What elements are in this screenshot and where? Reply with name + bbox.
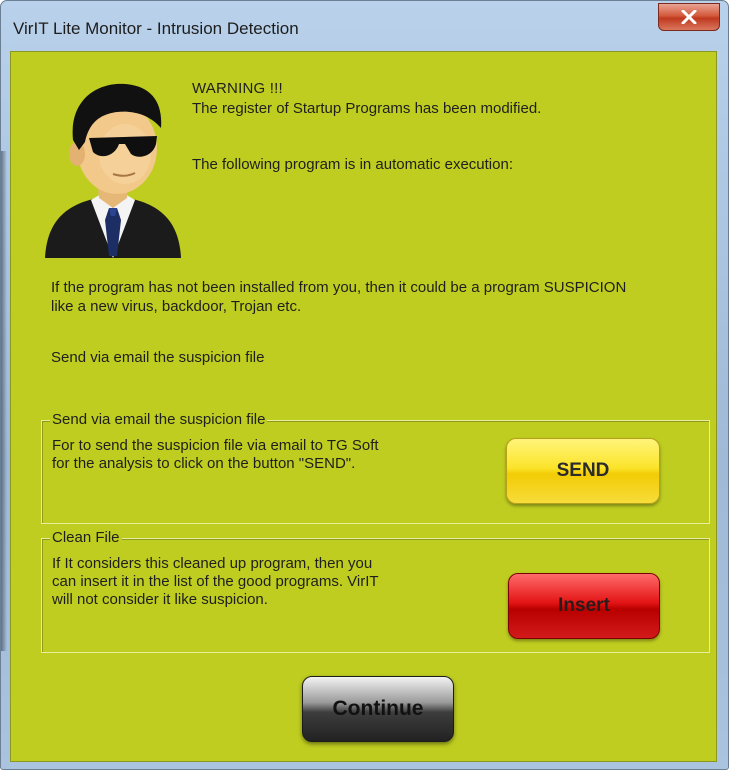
clean-text-line-1: If It considers this cleaned up program,… — [52, 555, 373, 572]
send-text-line-1: For to send the suspicion file via email… — [52, 437, 379, 454]
window-edge-shadow — [1, 151, 7, 651]
dialog-window: VirIT Lite Monitor - Intrusion Detection — [0, 0, 729, 770]
close-icon — [681, 10, 697, 24]
send-email-hint: Send via email the suspicion file — [51, 349, 265, 366]
send-button[interactable]: SEND — [506, 438, 660, 504]
warning-line-execution: The following program is in automatic ex… — [192, 156, 513, 173]
insert-button[interactable]: Insert — [508, 573, 660, 639]
clean-file-legend: Clean File — [50, 529, 122, 546]
agent-avatar-icon — [45, 83, 181, 258]
send-group: Send via email the suspicion file For to… — [41, 411, 710, 524]
warning-line-registry: The register of Startup Programs has bee… — [192, 100, 542, 117]
close-button[interactable] — [658, 3, 720, 31]
clean-text-line-3: will not consider it like suspicion. — [52, 591, 268, 608]
window-title: VirIT Lite Monitor - Intrusion Detection — [13, 19, 299, 38]
clean-file-group: Clean File If It considers this cleaned … — [41, 529, 710, 653]
title-bar[interactable]: VirIT Lite Monitor - Intrusion Detection — [1, 1, 728, 45]
dialog-client-area: WARNING !!! The register of Startup Prog… — [10, 51, 717, 762]
send-text-line-2: for the analysis to click on the button … — [52, 455, 356, 472]
clean-file-text: If It considers this cleaned up program,… — [52, 555, 379, 609]
suspicion-line-2: like a new virus, backdoor, Trojan etc. — [51, 298, 302, 315]
suspicion-paragraph: If the program has not been installed fr… — [51, 278, 711, 316]
continue-button[interactable]: Continue — [302, 676, 454, 742]
send-group-legend: Send via email the suspicion file — [50, 411, 268, 428]
send-group-text: For to send the suspicion file via email… — [52, 437, 379, 473]
suspicion-line-1: If the program has not been installed fr… — [51, 279, 627, 296]
clean-text-line-2: can insert it in the list of the good pr… — [52, 573, 379, 590]
warning-title: WARNING !!! — [192, 80, 283, 97]
